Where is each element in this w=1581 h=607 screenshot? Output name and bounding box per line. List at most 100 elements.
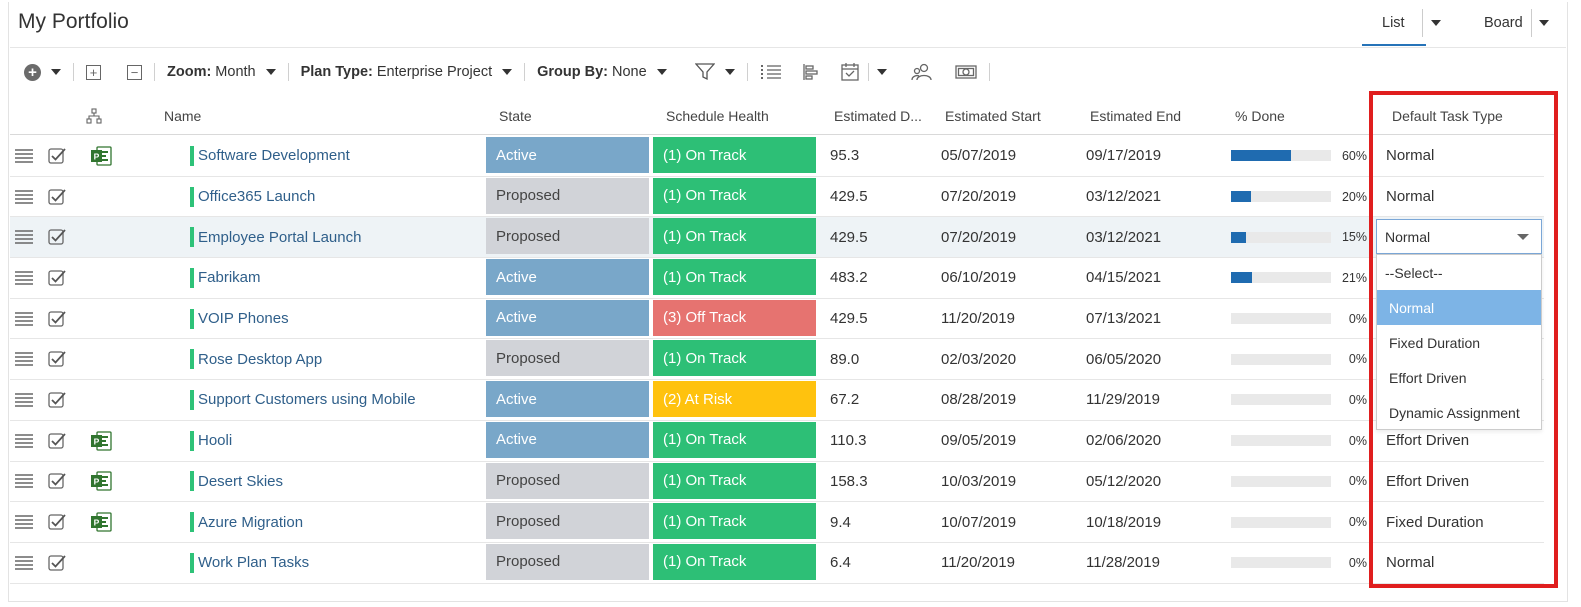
project-name-link[interactable]: Support Customers using Mobile — [190, 380, 416, 420]
row-checkbox[interactable] — [48, 217, 66, 257]
percent-done-cell[interactable]: 0% — [1231, 421, 1367, 461]
estimated-end-cell[interactable]: 10/18/2019 — [1086, 502, 1161, 542]
project-name-link[interactable]: VOIP Phones — [190, 299, 289, 339]
schedule-health-cell[interactable]: (1) On Track — [653, 340, 816, 377]
row-checkbox[interactable] — [48, 380, 66, 420]
table-row[interactable]: Office365 Launch Proposed (1) On Track 4… — [10, 177, 1544, 218]
project-name-link[interactable]: Fabrikam — [190, 258, 261, 298]
column-header-estimated-start[interactable]: Estimated Start — [945, 108, 1041, 124]
project-name-link[interactable]: Work Plan Tasks — [190, 543, 309, 583]
filter-button[interactable] — [694, 57, 735, 87]
drag-handle[interactable] — [14, 421, 34, 461]
percent-done-cell[interactable]: 0% — [1231, 462, 1367, 502]
task-type-option[interactable]: Dynamic Assignment — [1377, 395, 1541, 430]
table-row[interactable]: Work Plan Tasks Proposed (1) On Track 6.… — [10, 543, 1544, 584]
task-type-select[interactable]: Normal — [1376, 219, 1542, 254]
schedule-health-cell[interactable]: (1) On Track — [653, 218, 816, 255]
default-task-type-cell[interactable]: Normal — [1386, 177, 1434, 217]
project-name-link[interactable]: Employee Portal Launch — [190, 217, 361, 257]
table-row[interactable]: VOIP Phones Active (3) Off Track 429.5 1… — [10, 299, 1544, 340]
state-cell[interactable]: Proposed — [486, 177, 649, 214]
add-menu-button[interactable]: + — [24, 57, 61, 87]
drag-handle[interactable] — [14, 299, 34, 339]
percent-done-cell[interactable]: 0% — [1231, 380, 1367, 420]
table-row[interactable]: P Software Development Active (1) On Tra… — [10, 136, 1544, 177]
column-header-default-task-type[interactable]: Default Task Type — [1392, 108, 1503, 124]
row-checkbox[interactable] — [48, 258, 66, 298]
estimated-duration-cell[interactable]: 110.3 — [830, 421, 866, 461]
percent-done-cell[interactable]: 21% — [1231, 258, 1367, 298]
schedule-health-cell[interactable]: (1) On Track — [653, 259, 816, 296]
tab-list[interactable]: List — [1362, 0, 1426, 46]
estimated-duration-cell[interactable]: 429.5 — [830, 299, 868, 339]
row-checkbox[interactable] — [48, 177, 66, 217]
table-row[interactable]: Rose Desktop App Proposed (1) On Track 8… — [10, 339, 1544, 381]
estimated-start-cell[interactable]: 08/28/2019 — [941, 380, 1016, 420]
estimated-end-cell[interactable]: 11/29/2019 — [1086, 380, 1160, 420]
board-options-dropdown[interactable] — [1530, 9, 1557, 37]
column-header-state[interactable]: State — [499, 108, 532, 124]
estimated-end-cell[interactable]: 04/15/2021 — [1086, 258, 1161, 298]
drag-handle[interactable] — [14, 177, 34, 217]
row-checkbox[interactable] — [48, 421, 66, 461]
drag-handle[interactable] — [14, 380, 34, 420]
estimated-start-cell[interactable]: 10/07/2019 — [941, 502, 1016, 542]
state-cell[interactable]: Proposed — [486, 218, 649, 255]
estimated-duration-cell[interactable]: 158.3 — [830, 462, 868, 502]
row-checkbox[interactable] — [48, 136, 66, 176]
drag-handle[interactable] — [14, 543, 34, 583]
table-row[interactable]: Support Customers using Mobile Active (2… — [10, 380, 1544, 421]
expand-all-button[interactable]: + — [86, 57, 101, 87]
percent-done-cell[interactable]: 0% — [1231, 339, 1367, 379]
schedule-health-cell[interactable]: (3) Off Track — [653, 299, 816, 336]
drag-handle[interactable] — [14, 136, 34, 176]
percent-done-cell[interactable]: 20% — [1231, 177, 1367, 217]
schedule-health-cell[interactable]: (1) On Track — [653, 543, 816, 580]
drag-handle[interactable] — [14, 462, 34, 502]
state-cell[interactable]: Proposed — [486, 543, 649, 580]
column-header-estimated-duration[interactable]: Estimated D... — [834, 108, 922, 124]
estimated-start-cell[interactable]: 07/20/2019 — [941, 217, 1016, 257]
row-checkbox[interactable] — [48, 299, 66, 339]
percent-done-cell[interactable]: 0% — [1231, 502, 1367, 542]
percent-done-cell[interactable]: 15% — [1231, 217, 1367, 257]
estimated-start-cell[interactable]: 06/10/2019 — [941, 258, 1016, 298]
estimated-start-cell[interactable]: 09/05/2019 — [941, 421, 1016, 461]
row-checkbox[interactable] — [48, 462, 66, 502]
state-cell[interactable]: Active — [486, 381, 649, 418]
estimated-start-cell[interactable]: 05/07/2019 — [941, 136, 1016, 176]
estimated-duration-cell[interactable]: 9.4 — [830, 502, 851, 542]
state-cell[interactable]: Proposed — [486, 462, 649, 499]
drag-handle[interactable] — [14, 502, 34, 542]
task-type-option[interactable]: Normal — [1377, 290, 1541, 325]
state-cell[interactable]: Proposed — [486, 503, 649, 540]
column-header-name[interactable]: Name — [164, 108, 201, 124]
state-cell[interactable]: Active — [486, 137, 649, 173]
table-row[interactable]: Employee Portal Launch Proposed (1) On T… — [10, 217, 1544, 259]
schedule-health-cell[interactable]: (2) At Risk — [653, 381, 816, 418]
column-header-estimated-end[interactable]: Estimated End — [1090, 108, 1181, 124]
tab-board[interactable]: Board — [1448, 0, 1531, 46]
row-checkbox[interactable] — [48, 543, 66, 583]
drag-handle[interactable] — [14, 217, 34, 257]
timeline-view-button[interactable] — [840, 57, 887, 87]
task-type-option[interactable]: --Select-- — [1377, 255, 1541, 290]
outline-button[interactable] — [760, 57, 782, 87]
estimated-duration-cell[interactable]: 6.4 — [830, 543, 851, 583]
task-type-option[interactable]: Effort Driven — [1377, 360, 1541, 395]
estimated-end-cell[interactable]: 02/06/2020 — [1086, 421, 1161, 461]
percent-done-cell[interactable]: 0% — [1231, 543, 1367, 583]
state-cell[interactable]: Active — [486, 421, 649, 458]
estimated-start-cell[interactable]: 07/20/2019 — [941, 177, 1016, 217]
schedule-health-cell[interactable]: (1) On Track — [653, 421, 816, 458]
state-cell[interactable]: Active — [486, 299, 649, 336]
schedule-health-cell[interactable]: (1) On Track — [653, 462, 816, 499]
plan-type-dropdown[interactable]: Plan Type: Enterprise Project — [301, 57, 513, 87]
estimated-start-cell[interactable]: 02/03/2020 — [941, 339, 1016, 379]
gantt-button[interactable] — [802, 57, 820, 87]
estimated-duration-cell[interactable]: 67.2 — [830, 380, 859, 420]
zoom-dropdown[interactable]: Zoom: Month — [167, 57, 276, 87]
estimated-end-cell[interactable]: 06/05/2020 — [1086, 339, 1161, 379]
table-row[interactable]: P Desert Skies Proposed (1) On Track 158… — [10, 462, 1544, 503]
cost-button[interactable] — [955, 57, 977, 87]
